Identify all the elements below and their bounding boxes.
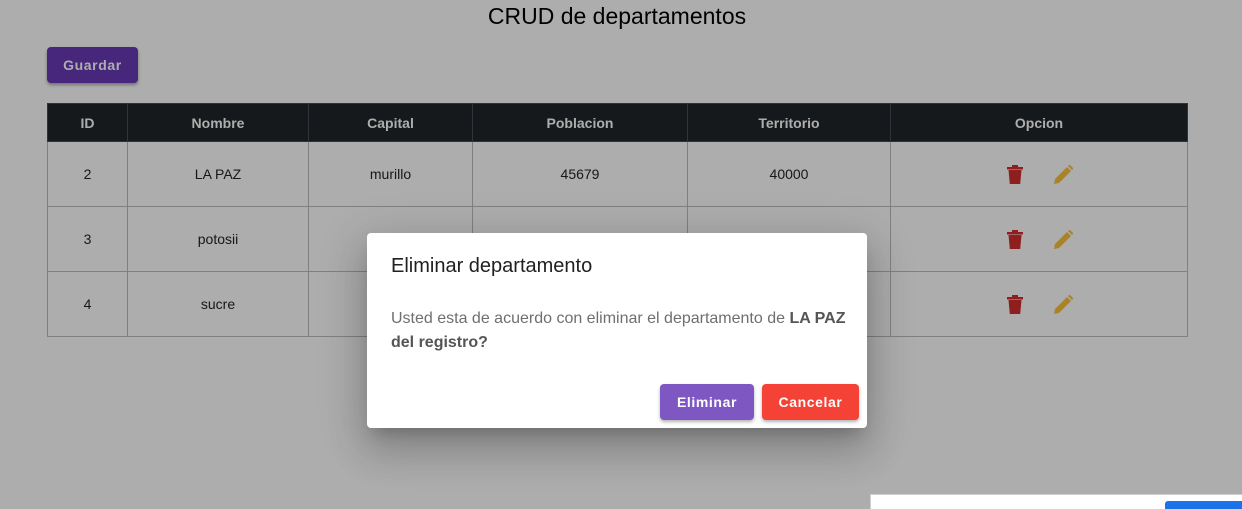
dialog-message: Usted esta de acuerdo con eliminar el de… (391, 307, 851, 355)
dialog-title: Eliminar departamento (391, 255, 593, 277)
dialog-message-text: Usted esta de acuerdo con eliminar el de… (391, 310, 790, 327)
dialog-actions: Eliminar Cancelar (660, 384, 859, 420)
corner-popup-button[interactable] (1165, 501, 1242, 509)
confirm-delete-button[interactable]: Eliminar (660, 384, 754, 420)
corner-popup-panel (870, 494, 1242, 509)
cancel-button[interactable]: Cancelar (762, 384, 859, 420)
delete-confirm-dialog: Eliminar departamento Usted esta de acue… (367, 233, 867, 428)
